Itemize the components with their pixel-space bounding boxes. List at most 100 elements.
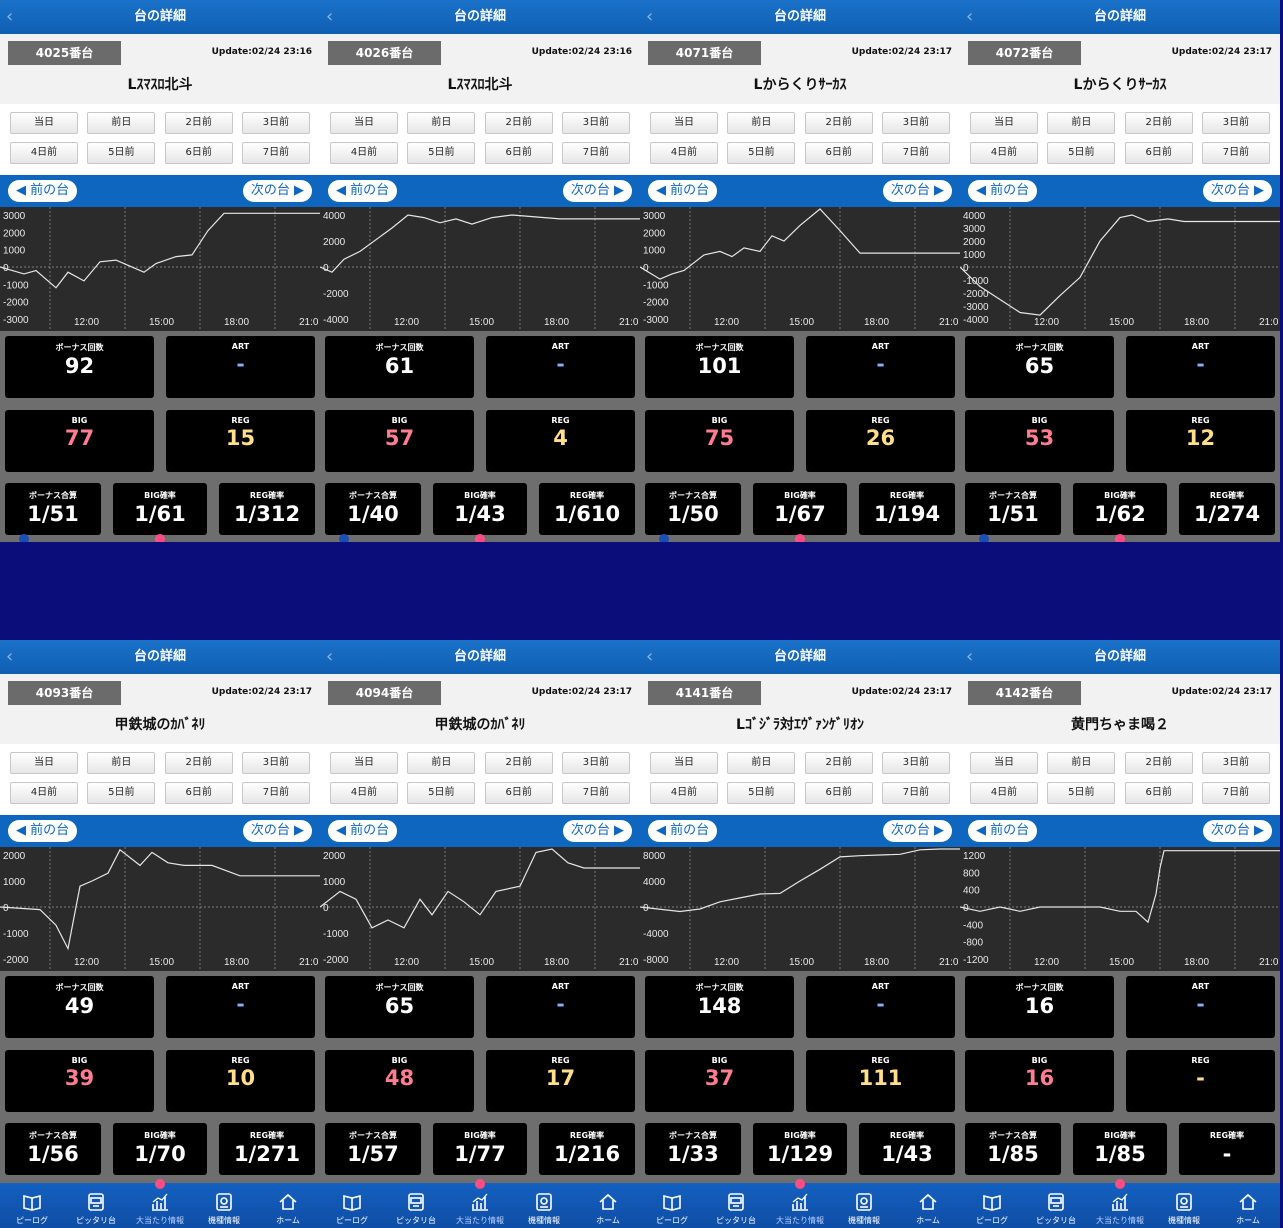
day-button[interactable]: 4日前 [330,782,398,804]
day-button[interactable]: 5日前 [727,142,796,164]
day-button[interactable]: 6日前 [804,782,873,804]
tab-pittari[interactable]: ピッタリ台 [704,1183,768,1228]
prev-machine-button[interactable]: ◀ 前の台 [8,180,78,202]
tab-log[interactable]: ピーログ [960,1183,1024,1228]
day-button[interactable]: 7日前 [561,782,630,804]
day-button[interactable]: 7日前 [881,782,950,804]
back-chevron-icon[interactable]: ‹ [326,645,346,669]
tab-jackpot-info[interactable]: 大当たり情報 [128,1183,192,1228]
day-button[interactable]: 6日前 [484,142,553,164]
day-button[interactable]: 当日 [10,752,78,774]
day-button[interactable]: 3日前 [881,752,950,774]
day-button[interactable]: 2日前 [804,112,873,134]
tab-log[interactable]: ピーログ [640,1183,704,1228]
day-button[interactable]: 6日前 [1124,782,1193,804]
tab-home[interactable]: ホーム [896,1183,960,1228]
day-button[interactable]: 3日前 [881,112,950,134]
tab-jackpot-info[interactable]: 大当たり情報 [448,1183,512,1228]
tab-jackpot-info[interactable]: 大当たり情報 [768,1183,832,1228]
day-button[interactable]: 4日前 [970,142,1038,164]
day-button[interactable]: 5日前 [87,142,156,164]
day-button[interactable]: 当日 [10,112,78,134]
day-button[interactable]: 4日前 [970,782,1038,804]
day-button[interactable]: 2日前 [484,112,553,134]
tab-home[interactable]: ホーム [576,1183,640,1228]
day-button[interactable]: 6日前 [804,142,873,164]
day-button[interactable]: 2日前 [164,752,233,774]
day-button[interactable]: 3日前 [241,752,310,774]
day-button[interactable]: 4日前 [10,782,78,804]
tab-machine-info[interactable]: 機種情報 [832,1183,896,1228]
day-button[interactable]: 2日前 [804,752,873,774]
day-button[interactable]: 当日 [330,752,398,774]
day-button[interactable]: 7日前 [561,142,630,164]
tab-log[interactable]: ピーログ [0,1183,64,1228]
day-button[interactable]: 2日前 [1124,112,1193,134]
day-button[interactable]: 5日前 [727,782,796,804]
next-machine-button[interactable]: 次の台 ▶ [562,820,632,842]
day-button[interactable]: 前日 [727,752,796,774]
back-chevron-icon[interactable]: ‹ [326,5,346,29]
day-button[interactable]: 2日前 [484,752,553,774]
back-chevron-icon[interactable]: ‹ [646,645,666,669]
day-button[interactable]: 3日前 [1201,752,1270,774]
tab-machine-info[interactable]: 機種情報 [192,1183,256,1228]
next-machine-button[interactable]: 次の台 ▶ [242,180,312,202]
tab-pittari[interactable]: ピッタリ台 [64,1183,128,1228]
day-button[interactable]: 6日前 [164,142,233,164]
day-button[interactable]: 前日 [1047,112,1116,134]
prev-machine-button[interactable]: ◀ 前の台 [8,820,78,842]
prev-machine-button[interactable]: ◀ 前の台 [328,180,398,202]
day-button[interactable]: 当日 [970,112,1038,134]
tab-log[interactable]: ピーログ [320,1183,384,1228]
day-button[interactable]: 前日 [727,112,796,134]
day-button[interactable]: 3日前 [561,112,630,134]
day-button[interactable]: 7日前 [1201,142,1270,164]
prev-machine-button[interactable]: ◀ 前の台 [648,820,718,842]
tab-home[interactable]: ホーム [1216,1183,1280,1228]
prev-machine-button[interactable]: ◀ 前の台 [968,180,1038,202]
back-chevron-icon[interactable]: ‹ [646,5,666,29]
day-button[interactable]: 当日 [650,752,718,774]
day-button[interactable]: 4日前 [10,142,78,164]
tab-pittari[interactable]: ピッタリ台 [1024,1183,1088,1228]
day-button[interactable]: 3日前 [1201,112,1270,134]
next-machine-button[interactable]: 次の台 ▶ [882,820,952,842]
next-machine-button[interactable]: 次の台 ▶ [242,820,312,842]
next-machine-button[interactable]: 次の台 ▶ [1202,820,1272,842]
day-button[interactable]: 当日 [970,752,1038,774]
day-button[interactable]: 7日前 [881,142,950,164]
day-button[interactable]: 4日前 [650,142,718,164]
day-button[interactable]: 5日前 [1047,142,1116,164]
day-button[interactable]: 2日前 [1124,752,1193,774]
day-button[interactable]: 5日前 [87,782,156,804]
day-button[interactable]: 前日 [87,112,156,134]
prev-machine-button[interactable]: ◀ 前の台 [328,820,398,842]
day-button[interactable]: 当日 [650,112,718,134]
back-chevron-icon[interactable]: ‹ [6,645,26,669]
prev-machine-button[interactable]: ◀ 前の台 [968,820,1038,842]
day-button[interactable]: 5日前 [407,782,476,804]
day-button[interactable]: 2日前 [164,112,233,134]
next-machine-button[interactable]: 次の台 ▶ [562,180,632,202]
day-button[interactable]: 6日前 [484,782,553,804]
next-machine-button[interactable]: 次の台 ▶ [882,180,952,202]
next-machine-button[interactable]: 次の台 ▶ [1202,180,1272,202]
day-button[interactable]: 3日前 [241,112,310,134]
day-button[interactable]: 6日前 [1124,142,1193,164]
tab-machine-info[interactable]: 機種情報 [1152,1183,1216,1228]
back-chevron-icon[interactable]: ‹ [966,645,986,669]
prev-machine-button[interactable]: ◀ 前の台 [648,180,718,202]
day-button[interactable]: 7日前 [241,142,310,164]
day-button[interactable]: 5日前 [407,142,476,164]
day-button[interactable]: 前日 [407,752,476,774]
tab-pittari[interactable]: ピッタリ台 [384,1183,448,1228]
back-chevron-icon[interactable]: ‹ [966,5,986,29]
day-button[interactable]: 前日 [1047,752,1116,774]
day-button[interactable]: 7日前 [241,782,310,804]
day-button[interactable]: 前日 [87,752,156,774]
tab-jackpot-info[interactable]: 大当たり情報 [1088,1183,1152,1228]
back-chevron-icon[interactable]: ‹ [6,5,26,29]
tab-machine-info[interactable]: 機種情報 [512,1183,576,1228]
day-button[interactable]: 4日前 [330,142,398,164]
